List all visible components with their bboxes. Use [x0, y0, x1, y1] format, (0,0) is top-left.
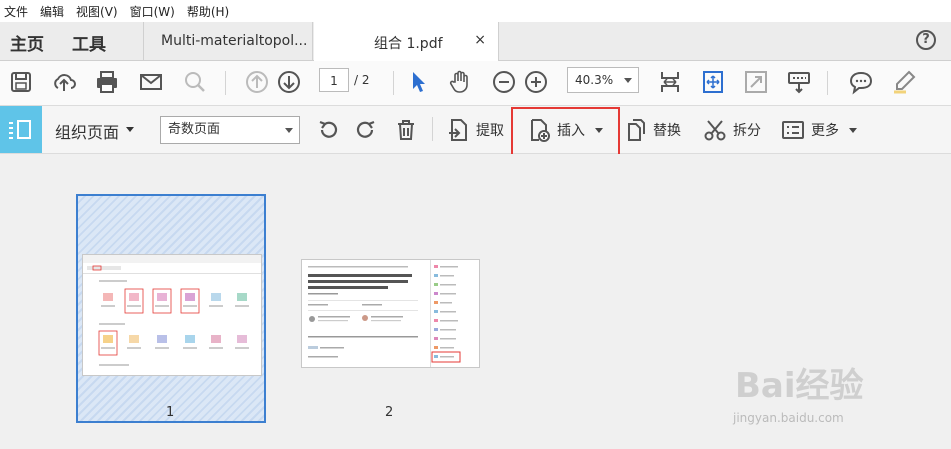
menu-file[interactable]: 文件 [0, 3, 34, 20]
extract-label: 提取 [476, 123, 504, 139]
page-range-value: 奇数页面 [168, 122, 221, 137]
main-toolbar [0, 61, 951, 106]
help-icon[interactable]: ? [916, 30, 936, 50]
split-button[interactable]: 拆分 [703, 116, 761, 144]
page-range-select[interactable]: 奇数页面 [160, 116, 300, 144]
cloud-upload-icon[interactable] [51, 69, 77, 95]
caret-down-icon [849, 127, 857, 133]
replace-icon [628, 119, 645, 141]
menu-bar: 文件 编辑 视图(V) 窗口(W) 帮助(H) [0, 0, 951, 23]
document-tab-1[interactable]: Multi-materialtopol... [143, 22, 313, 60]
zoom-value: 40.3% [575, 73, 614, 87]
extract-button[interactable]: 提取 [446, 116, 504, 144]
fit-width-icon[interactable] [657, 69, 683, 95]
split-label: 拆分 [733, 123, 761, 139]
organize-pages-icon[interactable] [0, 106, 42, 153]
chevron-down-icon [285, 128, 293, 133]
caret-down-icon[interactable] [126, 127, 134, 132]
page-1-preview [82, 254, 262, 376]
keyboard-icon[interactable] [786, 69, 812, 95]
tab-home[interactable]: 主页 [10, 30, 44, 55]
page-2-label: 2 [385, 405, 394, 420]
highlight-pen-icon[interactable] [891, 69, 917, 95]
page-number-input[interactable]: 1 [319, 68, 349, 92]
page-total: / 2 [354, 73, 370, 87]
save-icon[interactable] [8, 69, 34, 95]
menu-view[interactable]: 视图(V) [70, 3, 124, 20]
zoom-out-icon[interactable] [491, 69, 517, 95]
baidu-watermark-url: jingyan.baidu.com [733, 411, 844, 425]
chevron-down-icon [624, 78, 632, 83]
next-page-icon[interactable] [276, 69, 302, 95]
replace-label: 替换 [653, 123, 681, 139]
select-cursor-icon[interactable] [405, 69, 431, 95]
toolbar-divider [432, 117, 433, 141]
page-thumbnail-2[interactable] [301, 259, 480, 368]
zoom-in-icon[interactable] [523, 69, 549, 95]
zoom-select[interactable]: 40.3% [567, 67, 639, 93]
search-icon[interactable] [182, 69, 208, 95]
more-button[interactable]: 更多 [781, 116, 857, 144]
menu-edit[interactable]: 编辑 [34, 3, 70, 20]
fit-page-icon[interactable] [700, 69, 726, 95]
highlight-annotation-box [511, 107, 620, 160]
close-tab-icon[interactable]: × [474, 32, 486, 48]
replace-button[interactable]: 替换 [623, 116, 681, 144]
organize-pages-title[interactable]: 组织页面 [55, 119, 119, 143]
document-tab-2-label: 组合 1.pdf [374, 36, 443, 52]
full-screen-icon[interactable] [743, 69, 769, 95]
tab-bar: 主页 工具 Multi-materialtopol... 组合 1.pdf × … [0, 22, 951, 61]
print-icon[interactable] [94, 69, 120, 95]
page-thumbnail-1[interactable] [76, 194, 266, 423]
toolbar-divider [393, 71, 394, 95]
document-tab-2[interactable]: 组合 1.pdf × [314, 22, 499, 61]
tab-tools[interactable]: 工具 [72, 30, 106, 55]
extract-icon [449, 119, 467, 141]
delete-icon[interactable] [394, 116, 424, 144]
more-label: 更多 [811, 123, 839, 139]
toolbar-divider [827, 71, 828, 95]
menu-window[interactable]: 窗口(W) [124, 3, 181, 20]
more-options-icon [782, 121, 804, 139]
comment-icon[interactable] [848, 69, 874, 95]
previous-page-icon[interactable] [244, 69, 270, 95]
rotate-left-icon[interactable] [316, 116, 346, 144]
baidu-watermark-logo: Bai经验 [735, 366, 864, 406]
rotate-right-icon[interactable] [354, 116, 384, 144]
organize-pages-toolbar: 组织页面 奇数页面 提取 插入 替换 拆分 更多 [0, 106, 951, 154]
hand-tool-icon[interactable] [447, 69, 473, 95]
page-1-label: 1 [166, 405, 175, 420]
email-icon[interactable] [138, 69, 164, 95]
scissors-icon [704, 120, 726, 141]
menu-help[interactable]: 帮助(H) [181, 3, 235, 20]
toolbar-divider [225, 71, 226, 95]
